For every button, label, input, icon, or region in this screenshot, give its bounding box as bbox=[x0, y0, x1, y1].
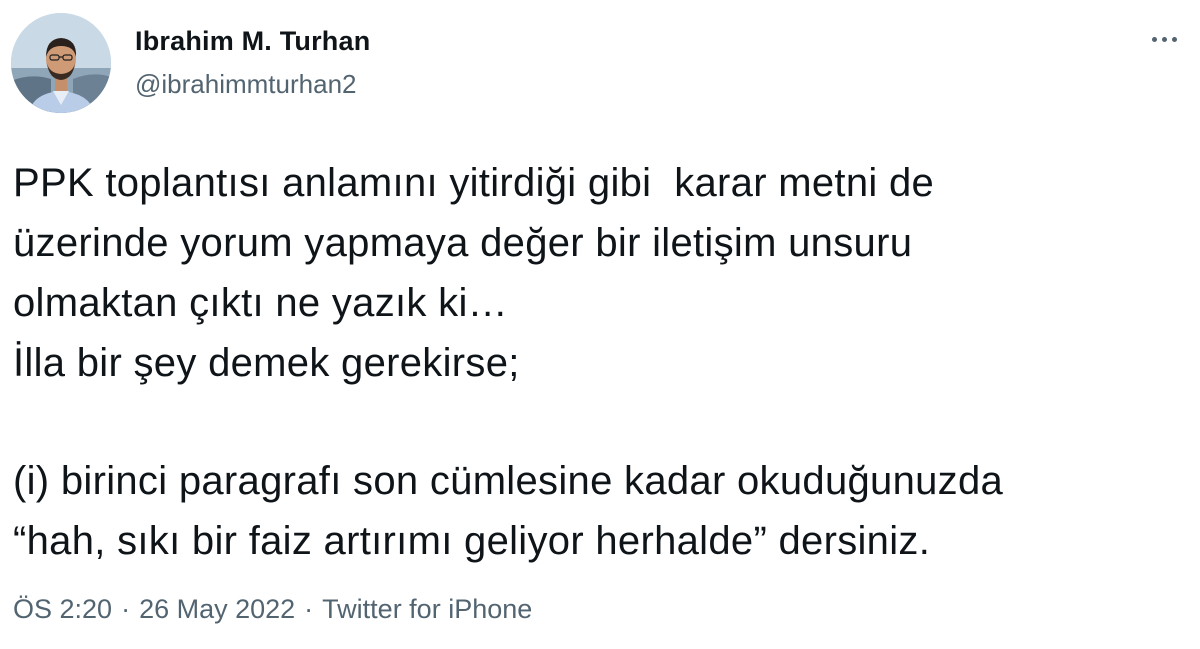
avatar[interactable] bbox=[11, 13, 111, 113]
tweet-time[interactable]: ÖS 2:20 bbox=[13, 594, 112, 624]
meta-separator: · bbox=[121, 594, 131, 624]
more-options-icon[interactable] bbox=[1142, 26, 1186, 52]
tweet-line: İlla bir şey demek gerekirse; bbox=[13, 341, 520, 385]
tweet-source[interactable]: Twitter for iPhone bbox=[322, 594, 532, 624]
more-dot bbox=[1161, 36, 1167, 42]
tweet-line: PPK toplantısı anlamını yitirdiği gibi k… bbox=[13, 161, 935, 205]
author-display-name[interactable]: Ibrahim M. Turhan bbox=[135, 26, 370, 57]
tweet-line: üzerinde yorum yapmaya değer bir iletişi… bbox=[13, 221, 913, 265]
tweet-metadata: ÖS 2:20 · 26 May 2022 · Twitter for iPhone bbox=[13, 594, 532, 625]
more-dot bbox=[1171, 36, 1177, 42]
tweet-date[interactable]: 26 May 2022 bbox=[139, 594, 295, 624]
tweet-line: “hah, sıkı bir faiz artırımı geliyor her… bbox=[13, 519, 931, 563]
tweet-line: (i) birinci paragrafı son cümlesine kada… bbox=[13, 459, 1004, 503]
meta-separator: · bbox=[304, 594, 314, 624]
tweet-text: PPK toplantısı anlamını yitirdiği gibi k… bbox=[13, 153, 1193, 571]
profile-photo bbox=[11, 13, 111, 113]
more-dot bbox=[1151, 36, 1157, 42]
author-handle[interactable]: @ibrahimmturhan2 bbox=[135, 69, 356, 100]
tweet-line: olmaktan çıktı ne yazık ki… bbox=[13, 281, 508, 325]
